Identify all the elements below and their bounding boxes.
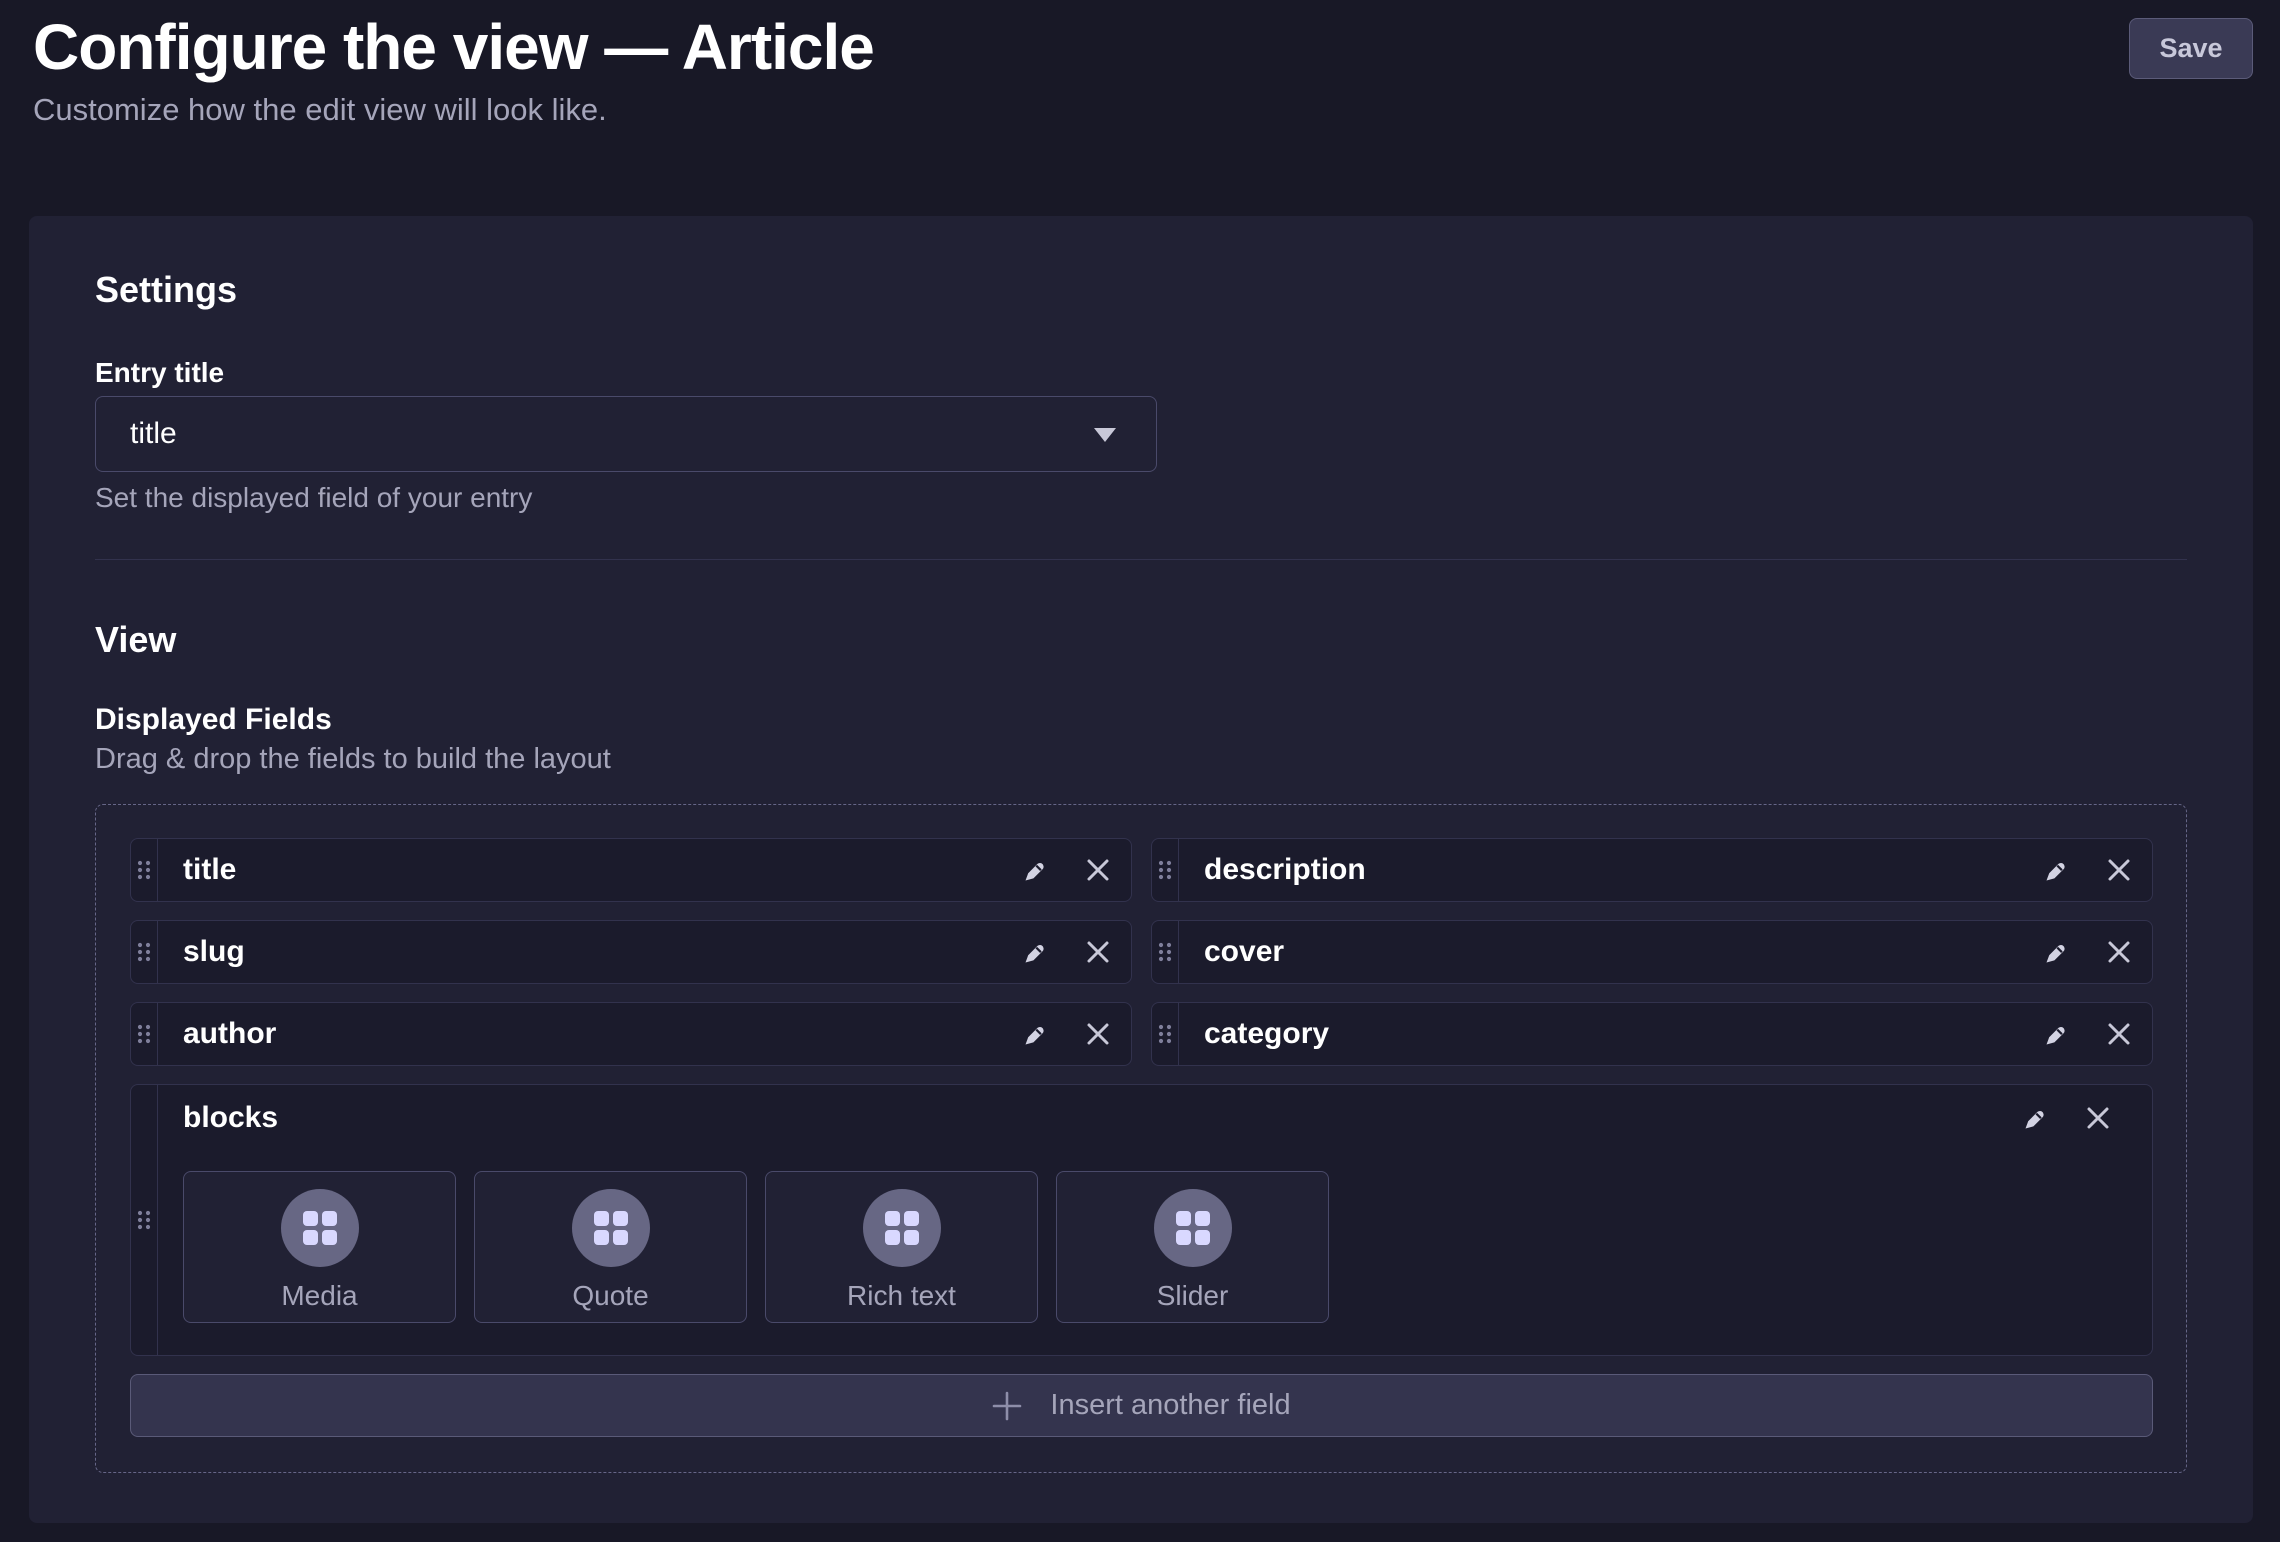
drag-handle[interactable] <box>131 1003 158 1065</box>
pencil-icon <box>2042 856 2070 884</box>
drag-handle[interactable] <box>131 921 158 983</box>
edit-field-button[interactable] <box>1021 856 1049 884</box>
drag-handle[interactable] <box>131 839 158 901</box>
component-tile-media[interactable]: Media <box>183 1171 456 1323</box>
settings-heading: Settings <box>95 216 2187 312</box>
component-tile-label: Rich text <box>847 1280 956 1312</box>
cross-icon <box>2107 940 2131 964</box>
drag-handle-icon <box>137 942 151 962</box>
entry-title-label: Entry title <box>95 356 2187 390</box>
grid-icon <box>885 1211 919 1245</box>
delete-field-button[interactable] <box>2107 858 2131 882</box>
blocks-label: blocks <box>183 1101 2021 1135</box>
delete-field-button[interactable] <box>1086 858 1110 882</box>
drag-handle[interactable] <box>131 1085 158 1355</box>
field-card-cover[interactable]: cover <box>1151 920 2153 984</box>
delete-field-button[interactable] <box>2086 1106 2110 1130</box>
drag-handle-icon <box>1158 942 1172 962</box>
component-circle <box>863 1189 941 1267</box>
field-card-blocks[interactable]: blocks Media <box>130 1084 2153 1356</box>
cross-icon <box>2107 1022 2131 1046</box>
pencil-icon <box>2042 1020 2070 1048</box>
plus-icon <box>992 1391 1022 1421</box>
pencil-icon <box>2021 1104 2049 1132</box>
field-card-label: cover <box>1204 935 2042 969</box>
edit-field-button[interactable] <box>2042 1020 2070 1048</box>
blocks-header: blocks <box>183 1101 2131 1135</box>
delete-field-button[interactable] <box>2107 940 2131 964</box>
entry-title-select[interactable]: title <box>95 396 1157 472</box>
field-card-label: slug <box>183 935 1021 969</box>
cross-icon <box>1086 858 1110 882</box>
cross-icon <box>1086 940 1110 964</box>
component-tile-quote[interactable]: Quote <box>474 1171 747 1323</box>
cross-icon <box>2086 1106 2110 1130</box>
component-circle <box>572 1189 650 1267</box>
insert-field-label: Insert another field <box>1050 1389 1290 1422</box>
drag-handle-icon <box>1158 860 1172 880</box>
field-card-slug[interactable]: slug <box>130 920 1132 984</box>
view-heading: View <box>95 618 2187 662</box>
component-circle <box>281 1189 359 1267</box>
section-divider <box>95 559 2187 560</box>
cross-icon <box>2107 858 2131 882</box>
component-circle <box>1154 1189 1232 1267</box>
cross-icon <box>1086 1022 1110 1046</box>
fields-dropzone: title description <box>95 804 2187 1473</box>
field-card-category[interactable]: category <box>1151 1002 2153 1066</box>
component-tile-label: Slider <box>1157 1280 1229 1312</box>
pencil-icon <box>1021 856 1049 884</box>
displayed-fields-hint: Drag & drop the fields to build the layo… <box>95 742 2187 776</box>
field-card-label: description <box>1204 853 2042 887</box>
drag-handle[interactable] <box>1152 839 1179 901</box>
chevron-down-icon <box>1094 428 1116 442</box>
save-button[interactable]: Save <box>2129 18 2253 79</box>
component-tile-rich-text[interactable]: Rich text <box>765 1171 1038 1323</box>
page-header: Configure the view — Article Customize h… <box>33 10 2253 130</box>
field-card-title[interactable]: title <box>130 838 1132 902</box>
pencil-icon <box>1021 938 1049 966</box>
fields-grid: title description <box>130 838 2153 1066</box>
displayed-fields-title: Displayed Fields <box>95 702 2187 738</box>
pencil-icon <box>2042 938 2070 966</box>
drag-handle-icon <box>137 1024 151 1044</box>
component-tiles: Media Quote Rich text <box>183 1171 2152 1323</box>
edit-field-button[interactable] <box>2042 938 2070 966</box>
field-card-label: author <box>183 1017 1021 1051</box>
page-subtitle: Customize how the edit view will look li… <box>33 90 2253 130</box>
drag-handle[interactable] <box>1152 921 1179 983</box>
edit-field-button[interactable] <box>1021 1020 1049 1048</box>
component-tile-slider[interactable]: Slider <box>1056 1171 1329 1323</box>
grid-icon <box>1176 1211 1210 1245</box>
page-title: Configure the view — Article <box>33 10 2253 84</box>
edit-field-button[interactable] <box>2021 1104 2049 1132</box>
grid-icon <box>594 1211 628 1245</box>
entry-title-hint: Set the displayed field of your entry <box>95 481 2187 515</box>
entry-title-select-value: title <box>130 417 177 451</box>
edit-field-button[interactable] <box>2042 856 2070 884</box>
field-card-label: category <box>1204 1017 2042 1051</box>
delete-field-button[interactable] <box>2107 1022 2131 1046</box>
drag-handle-icon <box>1158 1024 1172 1044</box>
edit-field-button[interactable] <box>1021 938 1049 966</box>
insert-field-button[interactable]: Insert another field <box>130 1374 2153 1437</box>
pencil-icon <box>1021 1020 1049 1048</box>
configuration-card: Settings Entry title title Set the displ… <box>29 216 2253 1523</box>
component-tile-label: Quote <box>572 1280 648 1312</box>
blocks-content: blocks Media <box>158 1085 2152 1355</box>
drag-handle-icon <box>137 1210 151 1230</box>
grid-icon <box>303 1211 337 1245</box>
delete-field-button[interactable] <box>1086 940 1110 964</box>
field-card-author[interactable]: author <box>130 1002 1132 1066</box>
component-tile-label: Media <box>281 1280 357 1312</box>
drag-handle-icon <box>137 860 151 880</box>
drag-handle[interactable] <box>1152 1003 1179 1065</box>
field-card-label: title <box>183 853 1021 887</box>
delete-field-button[interactable] <box>1086 1022 1110 1046</box>
field-card-description[interactable]: description <box>1151 838 2153 902</box>
